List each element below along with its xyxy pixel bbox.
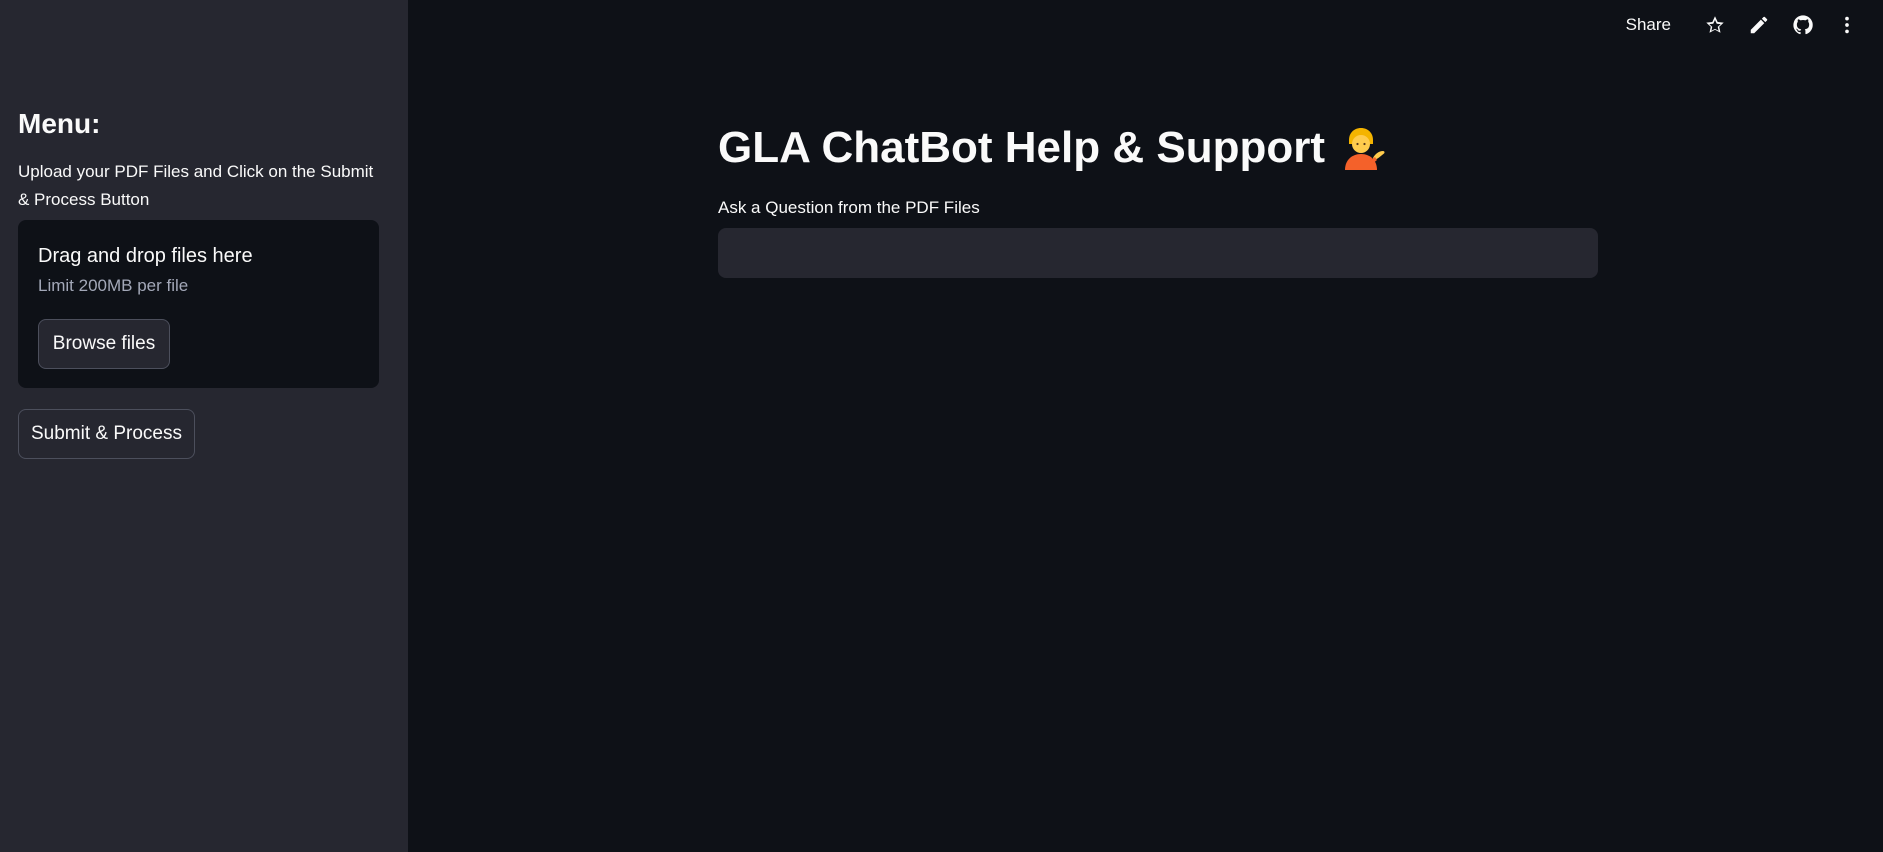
header-toolbar: Share [1626,0,1883,50]
sidebar-instructions: Upload your PDF Files and Click on the S… [18,162,374,209]
github-icon[interactable] [1791,13,1815,37]
more-vertical-icon[interactable] [1835,13,1859,37]
question-input[interactable] [718,228,1598,278]
question-label: Ask a Question from the PDF Files [718,198,980,217]
pencil-icon[interactable] [1747,13,1771,37]
page-title: GLA ChatBot Help & Support [718,118,1598,178]
sidebar-heading: Menu: [18,108,101,139]
browse-files-button[interactable]: Browse files [38,319,170,369]
uploader-limit: Limit 200MB per file [38,276,189,295]
sidebar: Menu: Upload your PDF Files and Click on… [0,0,408,852]
app-window: Menu: Upload your PDF Files and Click on… [0,0,1883,852]
person-tipping-hand-icon [1339,124,1387,172]
star-icon[interactable] [1703,13,1727,37]
file-uploader-dropzone[interactable]: Drag and drop files here Limit 200MB per… [18,220,379,388]
uploader-title: Drag and drop files here [38,245,253,267]
submit-process-button[interactable]: Submit & Process [18,409,195,459]
main-content: GLA ChatBot Help & Support Ask a Questio… [718,118,1598,278]
page-title-text: GLA ChatBot Help & Support [718,123,1325,172]
share-button[interactable]: Share [1626,15,1671,35]
